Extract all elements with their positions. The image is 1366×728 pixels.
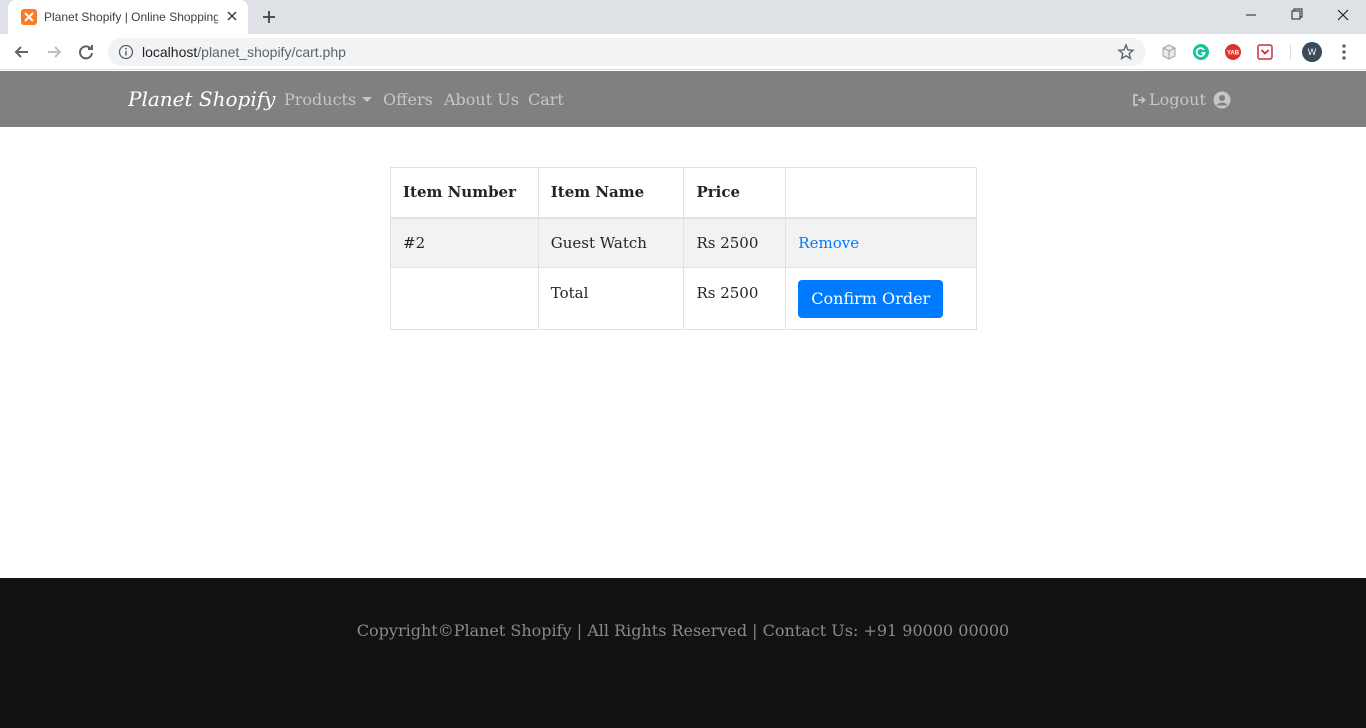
forward-arrow-icon[interactable] xyxy=(43,41,65,63)
confirm-order-button[interactable]: Confirm Order xyxy=(798,279,944,318)
site-navbar: Planet Shopify Products Offers About Us … xyxy=(0,71,1366,127)
pocket-extension-icon[interactable] xyxy=(1256,43,1274,61)
header-action xyxy=(785,167,977,219)
grammarly-icon[interactable] xyxy=(1192,43,1210,61)
tab-title: Planet Shopify | Online Shopping xyxy=(44,10,218,24)
total-empty-cell xyxy=(390,267,539,330)
nav-about-us[interactable]: About Us xyxy=(444,89,519,111)
cube-extension-icon[interactable] xyxy=(1160,43,1178,61)
restore-icon[interactable] xyxy=(1274,0,1320,30)
bookmark-star-icon[interactable] xyxy=(1117,43,1135,61)
brand-logo[interactable]: Planet Shopify xyxy=(128,85,275,113)
svg-text:YAB: YAB xyxy=(1227,51,1240,57)
total-label: Total xyxy=(537,267,685,330)
table-header-row: Item Number Item Name Price xyxy=(390,167,977,219)
xampp-favicon-icon xyxy=(21,9,37,25)
browser-toolbar: localhost/planet_shopify/cart.php YAB W xyxy=(0,34,1366,70)
url-text[interactable]: localhost/planet_shopify/cart.php xyxy=(142,44,346,60)
address-bar[interactable]: localhost/planet_shopify/cart.php xyxy=(108,38,1146,66)
cart-table: Item Number Item Name Price #2 Guest Wat… xyxy=(390,167,977,330)
sign-out-icon xyxy=(1133,94,1146,106)
item-name: Guest Watch xyxy=(537,217,685,268)
toolbar-separator xyxy=(1290,44,1291,60)
profile-avatar[interactable]: W xyxy=(1302,42,1322,62)
footer-copyright: Copyright©Planet Shopify | All Rights Re… xyxy=(356,621,1010,640)
close-tab-icon[interactable] xyxy=(224,8,240,24)
item-price: Rs 2500 xyxy=(683,217,787,268)
remove-link[interactable]: Remove xyxy=(798,234,859,252)
new-tab-icon[interactable] xyxy=(258,6,280,28)
yab-extension-icon[interactable]: YAB xyxy=(1224,43,1242,61)
browser-menu-icon[interactable] xyxy=(1336,42,1352,62)
back-arrow-icon[interactable] xyxy=(11,41,33,63)
site-info-icon[interactable] xyxy=(118,44,134,60)
url-host: localhost xyxy=(142,44,198,60)
browser-tabstrip: Planet Shopify | Online Shopping xyxy=(0,0,1366,34)
nav-offers[interactable]: Offers xyxy=(383,89,433,111)
user-circle-icon[interactable] xyxy=(1213,91,1231,109)
url-path: /planet_shopify/cart.php xyxy=(197,44,346,60)
total-row: Total Rs 2500 Confirm Order xyxy=(390,267,977,330)
nav-products-dropdown[interactable]: Products xyxy=(284,89,373,111)
logout-link[interactable]: Logout xyxy=(1132,89,1206,111)
nav-products-label: Products xyxy=(284,90,357,109)
logout-label: Logout xyxy=(1149,90,1206,109)
site-footer: Copyright©Planet Shopify | All Rights Re… xyxy=(0,578,1366,728)
reload-icon[interactable] xyxy=(75,41,97,63)
close-window-icon[interactable] xyxy=(1320,0,1366,30)
table-row: #2 Guest Watch Rs 2500 Remove xyxy=(390,217,977,268)
header-item-number: Item Number xyxy=(390,167,539,219)
header-item-name: Item Name xyxy=(537,167,685,219)
item-number: #2 xyxy=(390,217,539,268)
dropdown-caret-icon xyxy=(362,97,373,102)
item-action-cell: Remove xyxy=(785,217,977,268)
header-price: Price xyxy=(683,167,787,219)
nav-cart[interactable]: Cart xyxy=(528,89,564,111)
total-price: Rs 2500 xyxy=(683,267,787,330)
confirm-cell: Confirm Order xyxy=(785,267,977,330)
minimize-icon[interactable] xyxy=(1228,0,1274,30)
browser-tab[interactable]: Planet Shopify | Online Shopping xyxy=(8,0,248,34)
